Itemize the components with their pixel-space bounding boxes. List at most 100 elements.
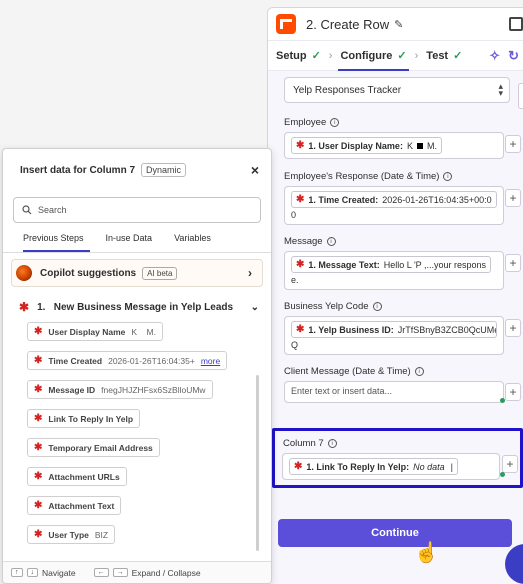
tab-previous-steps[interactable]: Previous Steps [23, 233, 96, 252]
field-response: Employee's Response (Date & Time) i ✱ 1. T… [284, 171, 523, 225]
popup-header: Insert data for Column 7 Dynamic × [3, 149, 271, 191]
check-icon: ✓ [311, 50, 321, 62]
select-arrows-icon: ▴ ▾ [498, 81, 503, 98]
status-dot [500, 472, 505, 477]
search-input[interactable]: Search [13, 197, 261, 223]
left-key: ← [93, 568, 109, 577]
list-item[interactable]: ✱ Time Created 2026-01-26T16:04:35+ more [27, 351, 228, 370]
yelp-icon: ✱ [294, 461, 303, 472]
worksheet-select[interactable]: Yelp Responses Tracker ▴ ▾ [284, 77, 510, 103]
copilot-label: Copilot suggestions [40, 267, 137, 279]
yelp-icon: ✱ [34, 413, 43, 424]
check-icon: ✓ [397, 50, 407, 62]
yelp-icon: ✱ [34, 500, 43, 511]
field-label: Client Message (Date & Time) [284, 366, 411, 377]
step-editor-panel: 2. Create Row ✎ Setup ✓ › Configure ✓ › Te… [267, 7, 523, 584]
tab-setup[interactable]: Setup ✓ [268, 41, 329, 70]
right-key: → [112, 568, 128, 577]
yelp-icon: ✱ [19, 300, 30, 314]
chevron-down-icon: ⌄ [250, 301, 259, 313]
list-item[interactable]: ✱ Link To Reply In Yelp [27, 409, 141, 428]
tab-configure[interactable]: Configure ✓ [332, 41, 414, 71]
continue-button[interactable]: Continue [278, 519, 512, 547]
down-key: ↓ [26, 568, 38, 577]
pill-wrap-text: 0 [291, 210, 297, 220]
list-item[interactable]: ✱ User Type BIZ [27, 525, 116, 544]
list-item[interactable]: ✱ Attachment Text [27, 496, 122, 515]
yelp-icon: ✱ [296, 259, 305, 270]
employee-input[interactable]: ✱ 1. User Display Name: K M. [284, 132, 504, 159]
refresh-icon[interactable]: ↻ [508, 48, 519, 64]
field-label: Employee [284, 117, 327, 128]
up-key: ↑ [11, 568, 23, 577]
tab-test[interactable]: Test ✓ [418, 41, 470, 70]
check-icon: ✓ [453, 50, 463, 62]
input-placeholder: Enter text or insert data... [291, 386, 393, 396]
cursor-icon: ☝ [414, 542, 439, 564]
data-items-list: ✱ User Display Name K M. ✱ Time Created 2026… [3, 321, 271, 544]
plus-icon[interactable]: + [505, 189, 521, 207]
field-label: Business Yelp Code [284, 301, 369, 312]
yelp-icon: ✱ [34, 326, 43, 337]
list-item[interactable]: ✱ Attachment URLs [27, 467, 127, 486]
step-header: 2. Create Row ✎ [268, 8, 523, 41]
data-pill[interactable]: ✱ 1. Message Text: Hello L 'P ,...your res… [291, 256, 492, 273]
field-message: Message i ✱ 1. Message Text: Hello L 'P ,..… [284, 236, 523, 290]
plus-icon[interactable]: + [502, 455, 518, 473]
client-input[interactable]: Enter text or insert data... [284, 381, 504, 403]
response-input[interactable]: ✱ 1. Time Created: 2026-01-26T16:04:35+00:… [284, 186, 504, 225]
insert-data-popup: Insert data for Column 7 Dynamic × Searc… [2, 148, 272, 584]
field-column7: Column 7i ✱ 1. Link To Reply In Yelp: No d… [272, 428, 523, 488]
ai-beta-badge: AI beta [142, 266, 178, 280]
info-icon: i [330, 118, 340, 127]
info-icon: i [326, 237, 336, 246]
list-item[interactable]: ✱ Message ID fnegJHJZHFsx6SzBlloUMw [27, 380, 213, 399]
section-title: 1. New Business Message in Yelp Leads [37, 301, 234, 313]
popup-tabs: Previous Steps In-use Data Variables [3, 233, 271, 253]
tab-in-use-data[interactable]: In-use Data [106, 233, 165, 252]
yelp-icon: ✱ [34, 355, 43, 366]
yelp-icon: ✱ [34, 384, 43, 395]
list-item[interactable]: ✱ Temporary Email Address [27, 438, 160, 457]
step-tabs: Setup ✓ › Configure ✓ › Test ✓ ✧ ↻ [268, 41, 523, 71]
scrollbar[interactable] [256, 375, 259, 551]
navigate-hint: Navigate [42, 567, 76, 578]
yelp-icon: ✱ [34, 471, 43, 482]
business-input[interactable]: ✱ 1. Yelp Business ID: JrTfSBnyB3ZCB0QcUMe… [284, 316, 504, 355]
more-link[interactable]: more [201, 356, 220, 366]
yelp-icon: ✱ [296, 194, 305, 205]
chevron-right-icon: › [248, 266, 252, 280]
plus-icon[interactable]: + [505, 254, 521, 272]
data-pill[interactable]: ✱ 1. Yelp Business ID: JrTfSBnyB3ZCB0QcUMe… [291, 321, 497, 338]
pencil-icon[interactable]: ✎ [394, 18, 403, 31]
field-business: Business Yelp Code i ✱ 1. Yelp Business ID… [284, 301, 523, 355]
step-title[interactable]: 2. Create Row [306, 17, 389, 32]
keyboard-hints: ↑ ↓ Navigate ← → Expand / Collapse [3, 561, 271, 583]
field-employee: Employee i ✱ 1. User Display Name: K M. + [284, 117, 523, 159]
expand-hint: Expand / Collapse [131, 567, 201, 578]
zapier-app-icon [276, 14, 296, 34]
plus-icon[interactable]: + [505, 383, 521, 401]
column7-input[interactable]: ✱ 1. Link To Reply In Yelp: No data | [282, 453, 500, 480]
copilot-suggestions[interactable]: Copilot suggestions AI beta › [11, 259, 263, 287]
field-label: Column 7 [283, 438, 324, 449]
field-client: Client Message (Date & Time) i Enter text… [284, 366, 523, 403]
side-button[interactable] [518, 83, 523, 109]
step-section-header[interactable]: ✱ 1. New Business Message in Yelp Leads … [3, 297, 271, 317]
info-icon: i [443, 172, 453, 181]
copy-icon[interactable] [509, 17, 523, 31]
search-placeholder: Search [38, 205, 67, 215]
plus-icon[interactable]: + [505, 135, 521, 153]
data-pill[interactable]: ✱ 1. User Display Name: K M. [291, 137, 442, 154]
data-pill[interactable]: ✱ 1. Link To Reply In Yelp: No data | [289, 458, 458, 475]
tab-variables[interactable]: Variables [174, 233, 223, 252]
copilot-icon [16, 265, 32, 281]
sparkle-icon[interactable]: ✧ [489, 48, 500, 64]
close-icon[interactable]: × [251, 162, 259, 178]
plus-icon[interactable]: + [505, 319, 521, 337]
status-dot [500, 398, 505, 403]
message-input[interactable]: ✱ 1. Message Text: Hello L 'P ,...your res… [284, 251, 504, 290]
list-item[interactable]: ✱ User Display Name K M. [27, 322, 163, 341]
data-pill[interactable]: ✱ 1. Time Created: 2026-01-26T16:04:35+00:… [291, 191, 497, 208]
info-icon: i [327, 439, 337, 448]
